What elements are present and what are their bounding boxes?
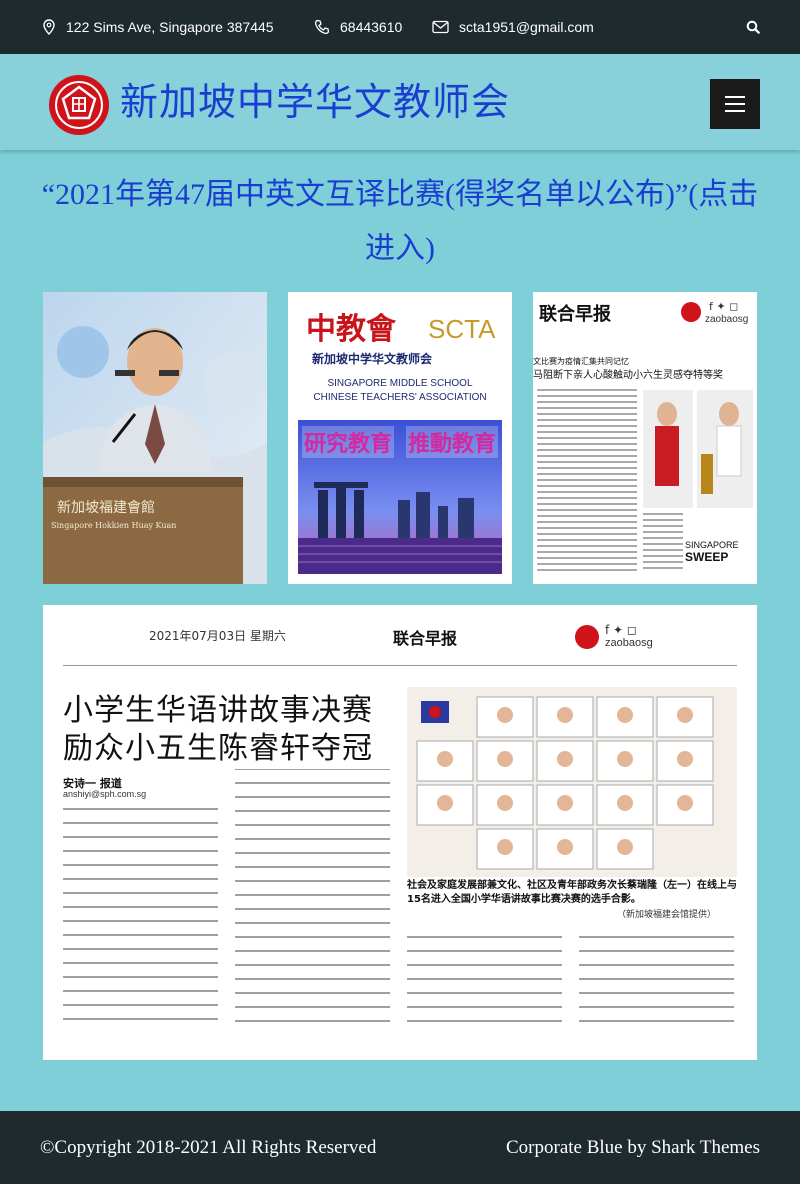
address-text: 122 Sims Ave, Singapore 387445	[66, 19, 274, 35]
clip2-caption: 社会及家庭发展部兼文化、社区及青年部政务次长蔡瑞隆（左一）在线上与15名进入全国…	[407, 880, 737, 905]
phone-text[interactable]: 68443610	[340, 19, 402, 35]
hamburger-bar-icon	[725, 103, 745, 105]
top-info-bar: 122 Sims Ave, Singapore 387445 68443610 …	[0, 0, 800, 54]
social-icons: f ✦ ◻	[709, 300, 739, 313]
scta-poster-image[interactable]: 中教會 SCTA 新加坡中学华文教师会 SINGAPORE MIDDLE SCH…	[288, 292, 512, 584]
phone-item[interactable]: 68443610	[314, 16, 402, 38]
post-title-link[interactable]: “2021年第47届中英文互译比赛(得奖名单以公布)”(点击进入)	[40, 168, 760, 276]
theme-credit-link[interactable]: Corporate Blue by Shark Themes	[506, 1137, 760, 1159]
search-icon[interactable]	[746, 20, 760, 34]
site-title[interactable]: 新加坡中学华文教师会	[120, 74, 510, 130]
poster-logo-en: SCTA	[428, 314, 496, 344]
newspaper-clip-2[interactable]: 2021年07月03日 星期六 联合早报 f ✦ ◻ zaobaosg 小学生华…	[43, 605, 757, 1060]
clip1-badge-1: SINGAPORE	[685, 540, 739, 550]
clip2-paper-name: 联合早报	[393, 629, 458, 648]
clip2-divider	[63, 665, 737, 666]
address-item: 122 Sims Ave, Singapore 387445	[42, 16, 274, 38]
clip1-paper-name: 联合早报	[539, 304, 611, 325]
copyright-text: ©Copyright 2018-2021 All Rights Reserved	[40, 1137, 377, 1158]
podium-text: 新加坡福建會館	[57, 499, 155, 516]
zoom-call-photo	[407, 687, 737, 877]
newspaper-clip-1[interactable]: 联合早报 f ✦ ◻ zaobaosg 文比赛为疫情汇集共同记忆 马阻断下亲人心…	[533, 292, 757, 584]
email-text[interactable]: scta1951@gmail.com	[459, 19, 594, 35]
marina-bay-image: 研究教育 推動教育	[298, 420, 502, 574]
site-footer: ©Copyright 2018-2021 All Rights Reserved…	[0, 1111, 800, 1184]
poster-slogan-1: 研究教育	[302, 426, 395, 458]
speaker-photo[interactable]: 新加坡福建會館 Singapore Hokkien Huay Kuan	[43, 292, 267, 584]
association-logo-icon[interactable]	[48, 74, 110, 136]
speaker-photo-illustration: 新加坡福建會館 Singapore Hokkien Huay Kuan	[43, 292, 267, 584]
hamburger-bar-icon	[725, 110, 745, 112]
poster-slogan-2: 推動教育	[406, 426, 499, 458]
email-item[interactable]: scta1951@gmail.com	[432, 16, 594, 38]
clip2-social: zaobaosg	[605, 637, 653, 649]
clip2-caption-credit: （新加坡福建会馆提供）	[617, 910, 717, 920]
zaobao-logo-icon	[681, 302, 701, 322]
phone-icon	[314, 19, 330, 35]
poster-name-en-1: SINGAPORE MIDDLE SCHOOL	[327, 378, 473, 389]
clip1-badge-2: SWEEP	[685, 550, 729, 564]
podium-text-en: Singapore Hokkien Huay Kuan	[51, 521, 176, 530]
zaobao-logo-icon	[575, 625, 599, 649]
clip2-date: 2021年07月03日 星期六	[149, 629, 286, 643]
social-icons: f ✦ ◻	[605, 623, 637, 637]
hamburger-bar-icon	[725, 96, 745, 98]
map-marker-icon	[43, 19, 55, 35]
site-header: 新加坡中学华文教师会	[0, 54, 800, 150]
clip1-headline-2: 马阻断下亲人心酸触动小六生灵感夺特等奖	[533, 370, 723, 381]
hamburger-menu-button[interactable]	[710, 79, 760, 129]
envelope-icon	[432, 20, 449, 34]
search-button[interactable]	[746, 16, 770, 38]
clip2-headline-2: 励众小五生陈睿轩夺冠	[63, 731, 373, 766]
poster-name-cn: 新加坡中学华文教师会	[312, 352, 433, 366]
poster-name-en-2: CHINESE TEACHERS' ASSOCIATION	[313, 392, 487, 403]
poster-logo-cn: 中教會	[306, 312, 396, 347]
clip1-social: zaobaosg	[705, 314, 749, 325]
